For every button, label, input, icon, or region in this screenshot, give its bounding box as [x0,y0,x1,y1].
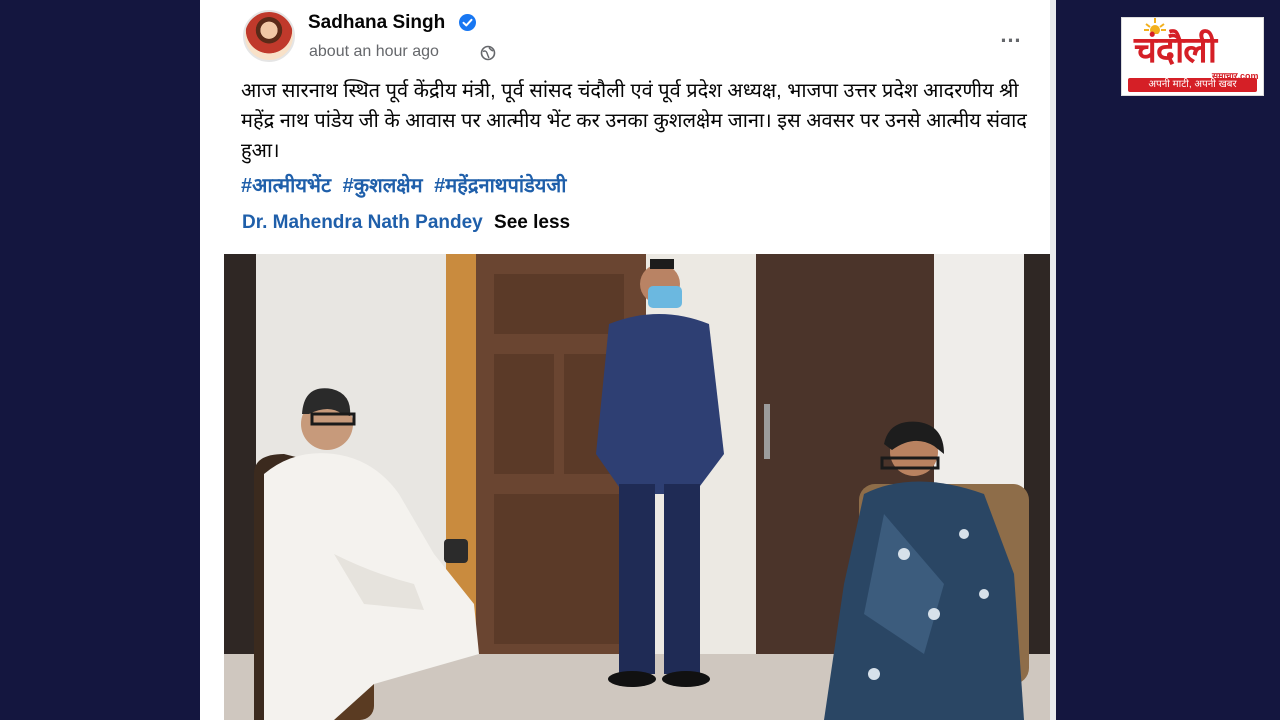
post-body-text: आज सारनाथ स्थित पूर्व केंद्रीय मंत्री, प… [241,80,1027,162]
hashtag-link[interactable]: #महेंद्रनाथपांडेयजी [434,175,566,197]
see-less-link[interactable]: See less [494,212,570,233]
author-avatar[interactable] [243,10,295,62]
tag-line: Dr. Mahendra Nath Pandey See less [242,212,570,234]
logo-wordmark: चंदौली [1134,30,1217,71]
logo-tagline: अपनी माटी, अपनी खबर [1128,78,1257,92]
tagged-person-link[interactable]: Dr. Mahendra Nath Pandey [242,212,483,233]
channel-logo: चंदौली समाचार.com अपनी माटी, अपनी खबर [1121,17,1264,96]
hashtag-link[interactable]: #कुशलक्षेम [343,175,423,197]
photo-scene [224,254,1050,720]
card-edge [1050,0,1056,720]
hashtag-list: #आत्मीयभेंट #कुशलक्षेम #महेंद्रनाथपांडेय… [241,171,572,198]
hashtag-link[interactable]: #आत्मीयभेंट [241,175,331,197]
globe-icon [480,45,496,61]
post-photo[interactable] [224,254,1050,720]
post-timestamp[interactable]: about an hour ago [309,43,439,61]
author-name[interactable]: Sadhana Singh [308,12,445,34]
verified-badge-icon [459,14,476,31]
more-options-icon[interactable]: … [998,24,1024,46]
